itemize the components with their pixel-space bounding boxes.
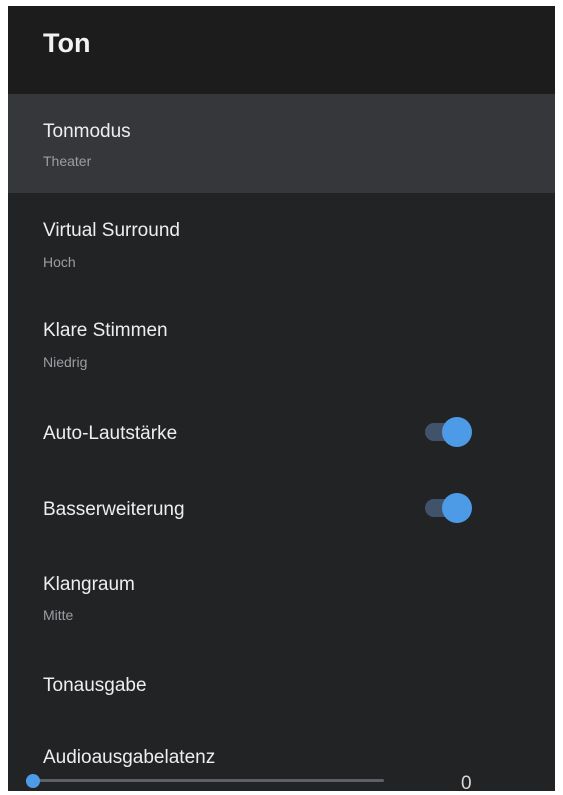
setting-item-value: Theater — [43, 153, 92, 169]
setting-item-label: Basserweiterung — [43, 499, 185, 520]
setting-item-label: Audioausgabelatenz — [43, 747, 216, 768]
header: Ton — [8, 6, 555, 94]
setting-item-klangraum[interactable]: Klangraum Mitte — [8, 549, 555, 649]
setting-item-basserweiterung[interactable]: Basserweiterung — [8, 471, 555, 549]
setting-item-label: Klangraum — [43, 574, 135, 595]
basserweiterung-toggle[interactable] — [425, 491, 473, 525]
toggle-thumb — [442, 493, 472, 523]
slider-thumb[interactable] — [26, 774, 40, 788]
page-title: Ton — [43, 28, 91, 58]
setting-item-klare-stimmen[interactable]: Klare Stimmen Niedrig — [8, 293, 555, 393]
setting-item-label: Tonmodus — [43, 121, 131, 142]
setting-item-value: Niedrig — [43, 354, 88, 370]
latency-slider[interactable] — [26, 774, 386, 788]
toggle-thumb — [442, 417, 472, 447]
slider-track — [26, 779, 384, 782]
setting-item-label: Klare Stimmen — [43, 320, 168, 341]
auto-lautstaerke-toggle[interactable] — [425, 415, 473, 449]
setting-item-label: Virtual Surround — [43, 220, 180, 241]
setting-item-label: Tonausgabe — [43, 675, 147, 696]
sound-settings-panel: Ton Tonmodus Theater Virtual Surround Ho… — [8, 6, 555, 791]
setting-item-virtual-surround[interactable]: Virtual Surround Hoch — [8, 193, 555, 293]
setting-item-value: Mitte — [43, 607, 74, 623]
setting-item-value: Hoch — [43, 254, 76, 270]
setting-item-auto-lautstaerke[interactable]: Auto-Lautstärke — [8, 393, 555, 471]
setting-item-tonmodus[interactable]: Tonmodus Theater — [8, 94, 555, 193]
setting-item-tonausgabe[interactable]: Tonausgabe — [8, 649, 555, 731]
slider-value: 0 — [461, 773, 472, 794]
setting-item-label: Auto-Lautstärke — [43, 423, 178, 444]
